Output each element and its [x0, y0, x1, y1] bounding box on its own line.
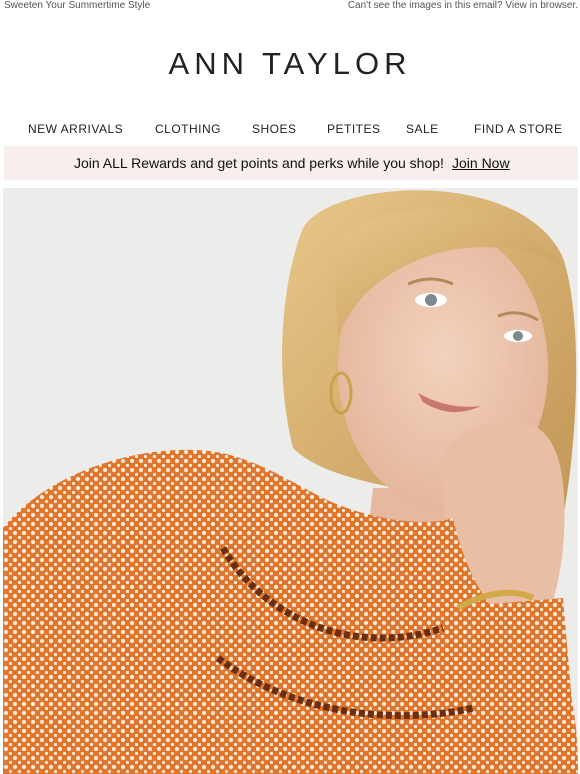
preheader-tagline: Sweeten Your Summertime Style [4, 0, 151, 11]
join-now-link[interactable]: Join Now [452, 155, 510, 171]
nav-sale[interactable]: SALE [406, 122, 439, 136]
nav-petites[interactable]: PETITES [327, 122, 381, 136]
brand-logo[interactable]: ANN TAYLOR [0, 46, 580, 82]
rewards-message: Join ALL Rewards and get points and perk… [74, 155, 444, 171]
main-nav: NEW ARRIVALS CLOTHING SHOES PETITES SALE… [0, 122, 580, 138]
preheader: Sweeten Your Summertime Style Can't see … [0, 0, 580, 14]
hero-image[interactable] [3, 188, 578, 774]
nav-new-arrivals[interactable]: NEW ARRIVALS [28, 122, 123, 136]
nav-shoes[interactable]: SHOES [252, 122, 297, 136]
rewards-banner: Join ALL Rewards and get points and perk… [4, 146, 578, 180]
view-in-browser-link[interactable]: Can't see the images in this email? View… [348, 0, 578, 11]
hero-photo-icon [3, 188, 578, 774]
nav-find-a-store[interactable]: FIND A STORE [474, 122, 562, 136]
nav-clothing[interactable]: CLOTHING [155, 122, 221, 136]
